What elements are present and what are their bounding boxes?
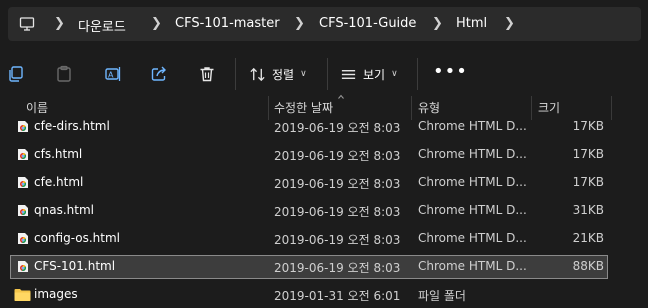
column-header-size[interactable]: 크기 bbox=[538, 99, 560, 116]
rename-icon[interactable]: A bbox=[101, 62, 125, 86]
chevron-down-icon: ∨ bbox=[391, 69, 398, 79]
file-size: 88KB bbox=[572, 259, 604, 273]
toolbar-divider bbox=[235, 58, 236, 90]
sort-label: 정렬 bbox=[272, 67, 295, 82]
file-name: cfe-dirs.html bbox=[34, 119, 110, 133]
chrome-html-icon bbox=[18, 261, 28, 272]
column-header-name[interactable]: 이름 bbox=[26, 99, 48, 116]
file-type: Chrome HTML D... bbox=[418, 231, 527, 245]
file-size: 17KB bbox=[572, 119, 604, 133]
folder-row[interactable]: images 2019-01-31 오전 6:01 파일 폴더 bbox=[10, 283, 608, 307]
view-button[interactable]: 보기 ∨ bbox=[340, 62, 398, 86]
file-date: 2019-06-19 오전 8:03 bbox=[274, 261, 401, 275]
file-name: cfe.html bbox=[34, 175, 84, 189]
this-pc-icon[interactable] bbox=[19, 16, 35, 32]
chrome-html-icon bbox=[18, 233, 28, 244]
sort-icon bbox=[250, 67, 265, 81]
column-header-type[interactable]: 유형 bbox=[418, 99, 440, 116]
file-type: Chrome HTML D... bbox=[418, 147, 527, 161]
copy-icon[interactable] bbox=[4, 62, 28, 86]
file-date: 2019-06-19 오전 8:03 bbox=[274, 177, 401, 191]
chrome-html-icon bbox=[18, 149, 28, 160]
file-row[interactable]: qnas.html 2019-06-19 오전 8:03 Chrome HTML… bbox=[10, 199, 608, 223]
delete-icon[interactable] bbox=[195, 62, 219, 86]
chevron-right-icon[interactable]: ❯ bbox=[294, 16, 305, 31]
file-size: 31KB bbox=[572, 203, 604, 217]
file-name: CFS-101.html bbox=[34, 259, 116, 273]
toolbar-divider bbox=[417, 58, 418, 90]
file-date: 2019-06-19 오전 8:03 bbox=[274, 121, 401, 135]
chevron-right-icon[interactable]: ❯ bbox=[151, 16, 162, 31]
file-name: qnas.html bbox=[34, 203, 94, 217]
file-date: 2019-06-19 오전 8:03 bbox=[274, 149, 401, 163]
more-options-icon[interactable]: ••• bbox=[433, 63, 468, 81]
column-header-date[interactable]: 수정한 날짜 bbox=[274, 99, 333, 116]
file-date: 2019-06-19 오전 8:03 bbox=[274, 233, 401, 247]
breadcrumb-cfs-101-master[interactable]: CFS-101-master bbox=[175, 16, 280, 31]
breadcrumb-downloads[interactable]: 다운로드 bbox=[78, 16, 126, 35]
column-divider[interactable] bbox=[611, 96, 612, 120]
file-type: Chrome HTML D... bbox=[418, 175, 527, 189]
chrome-html-icon bbox=[18, 205, 28, 216]
view-label: 보기 bbox=[363, 67, 386, 82]
file-name: cfs.html bbox=[34, 147, 83, 161]
chevron-right-icon[interactable]: ❯ bbox=[54, 16, 65, 31]
address-bar[interactable]: ❯ 다운로드 ❯ CFS-101-master ❯ CFS-101-Guide … bbox=[8, 7, 641, 41]
file-row[interactable]: config-os.html 2019-06-19 오전 8:03 Chrome… bbox=[10, 227, 608, 251]
toolbar-divider bbox=[327, 58, 328, 90]
file-type: Chrome HTML D... bbox=[418, 203, 527, 217]
sort-button[interactable]: 정렬 ∨ bbox=[249, 62, 307, 86]
breadcrumb-html[interactable]: Html bbox=[456, 16, 487, 31]
file-size: 17KB bbox=[572, 175, 604, 189]
share-icon[interactable] bbox=[147, 62, 171, 86]
file-type: Chrome HTML D... bbox=[418, 259, 527, 273]
file-type: 파일 폴더 bbox=[418, 289, 466, 303]
chevron-down-icon: ∨ bbox=[300, 69, 307, 79]
paste-icon[interactable] bbox=[52, 62, 76, 86]
breadcrumb-cfs-101-guide[interactable]: CFS-101-Guide bbox=[319, 16, 416, 31]
file-row[interactable]: cfe.html 2019-06-19 오전 8:03 Chrome HTML … bbox=[10, 171, 608, 195]
svg-text:A: A bbox=[108, 71, 114, 80]
view-icon bbox=[341, 69, 356, 79]
file-size: 17KB bbox=[572, 147, 604, 161]
file-date: 2019-06-19 오전 8:03 bbox=[274, 205, 401, 219]
file-row[interactable]: cfs.html 2019-06-19 오전 8:03 Chrome HTML … bbox=[10, 143, 608, 167]
file-row-selected[interactable]: CFS-101.html 2019-06-19 오전 8:03 Chrome H… bbox=[10, 255, 608, 279]
chevron-right-icon[interactable]: ❯ bbox=[432, 16, 443, 31]
sort-caret-icon bbox=[338, 94, 344, 99]
file-row[interactable]: cfe-dirs.html 2019-06-19 오전 8:03 Chrome … bbox=[10, 115, 608, 139]
file-name: config-os.html bbox=[34, 231, 121, 245]
chrome-html-icon bbox=[18, 177, 28, 188]
chrome-html-icon bbox=[18, 121, 28, 132]
folder-icon bbox=[14, 289, 31, 301]
file-date: 2019-01-31 오전 6:01 bbox=[274, 289, 401, 303]
file-size: 21KB bbox=[572, 231, 604, 245]
chevron-right-icon[interactable]: ❯ bbox=[504, 16, 515, 31]
file-type: Chrome HTML D... bbox=[418, 119, 527, 133]
file-name: images bbox=[34, 287, 78, 301]
